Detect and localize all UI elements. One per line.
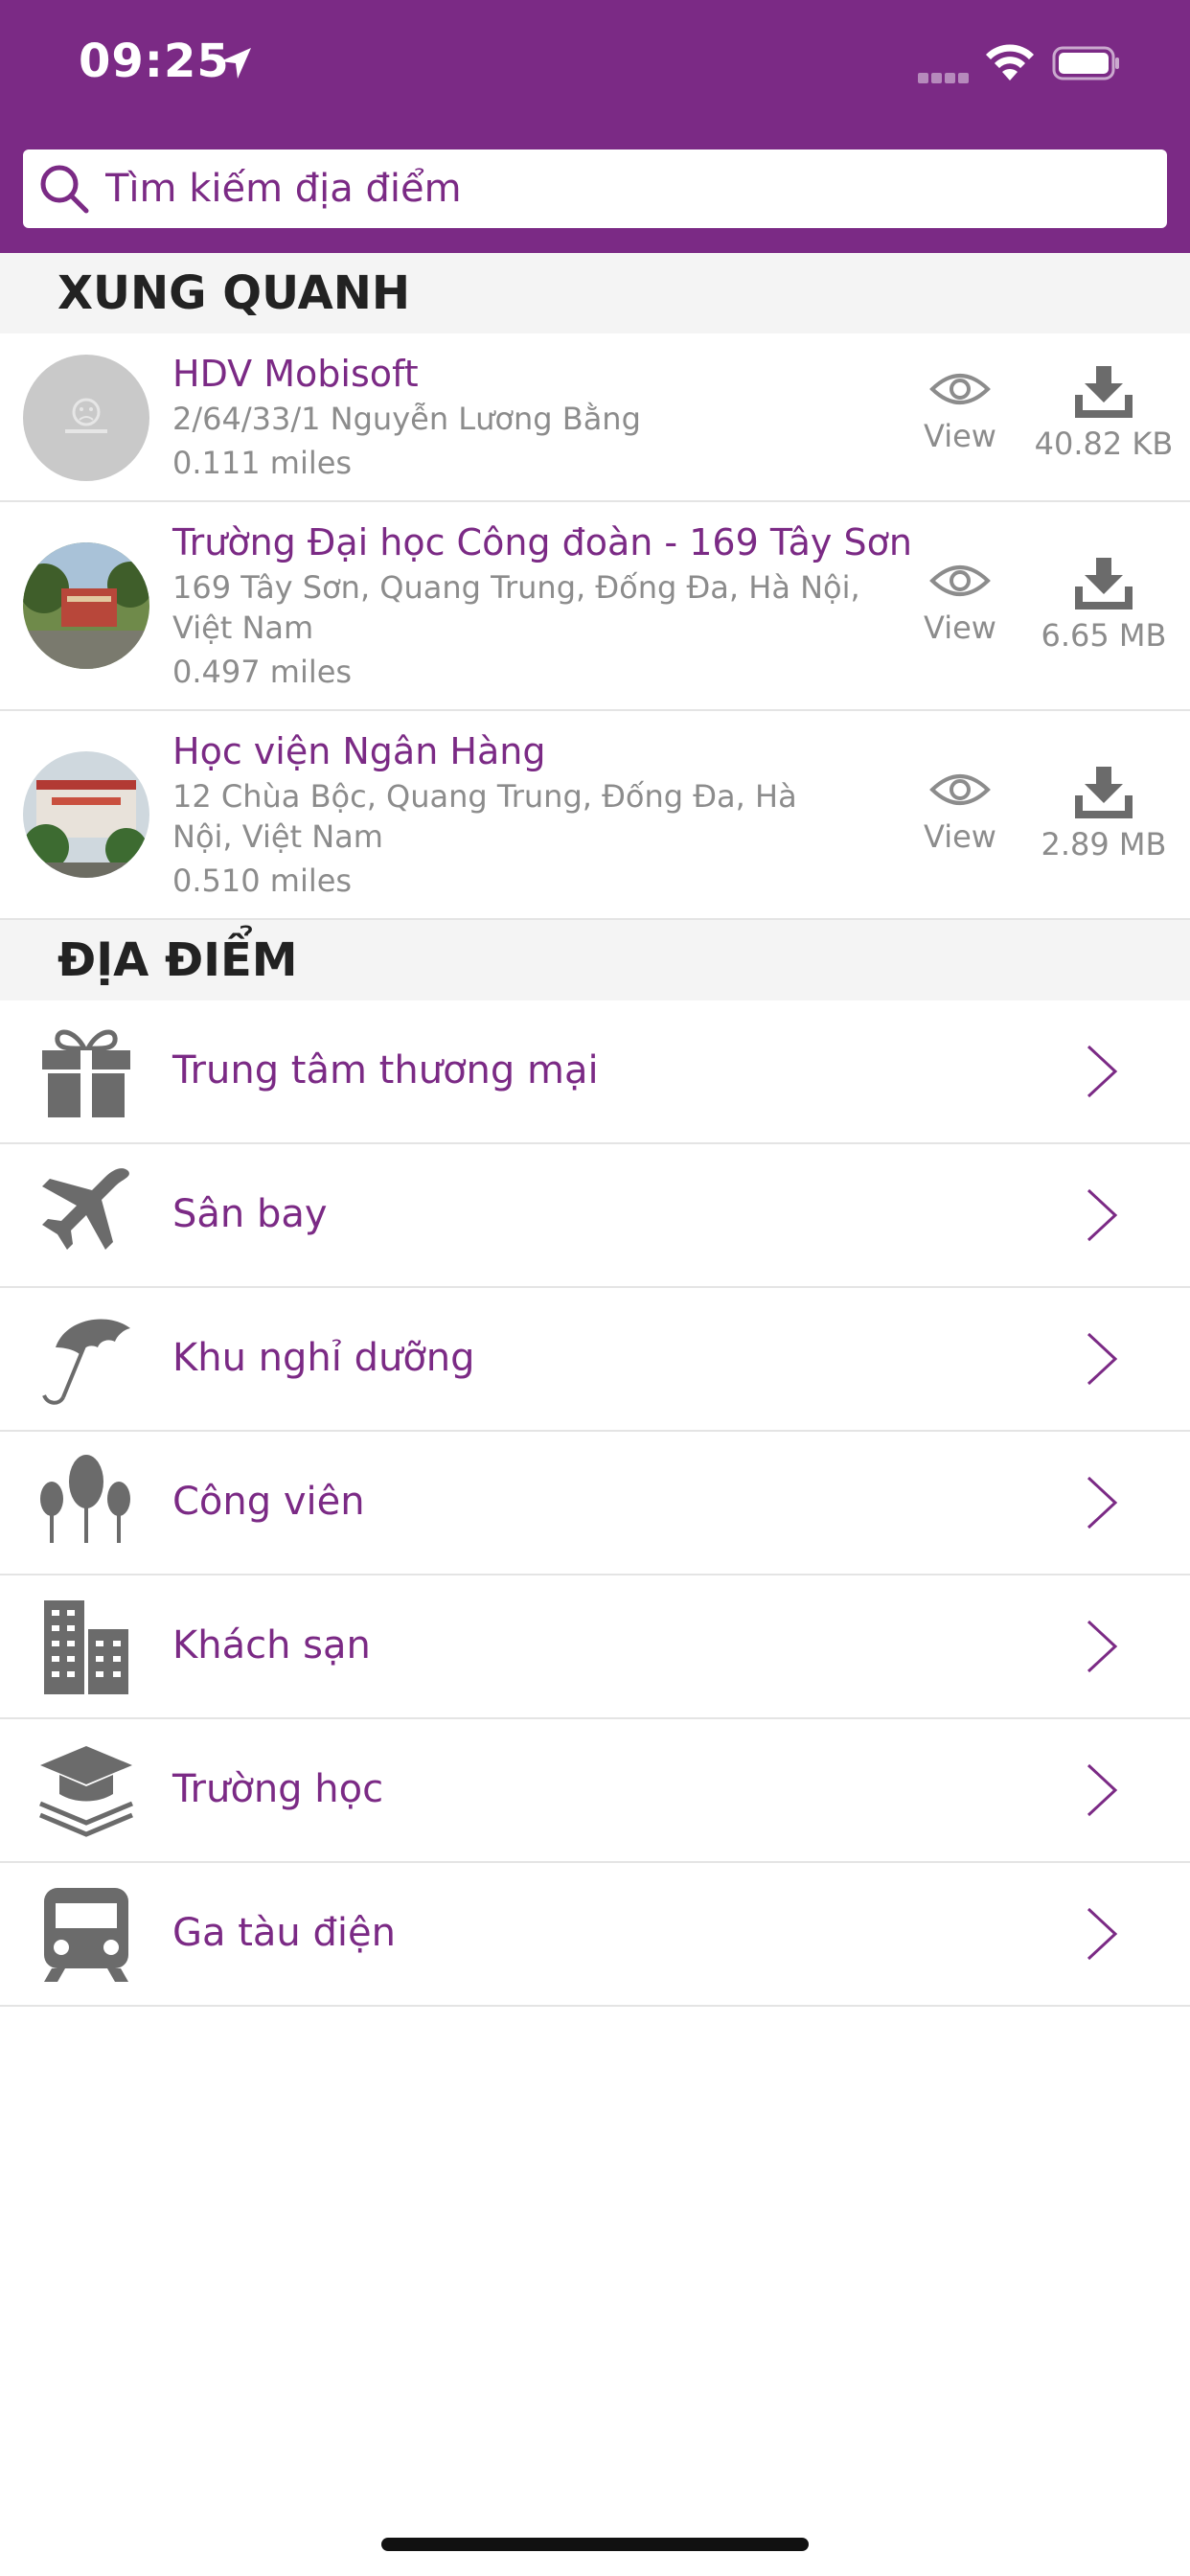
category-item-airport[interactable]: Sân bay [0,1144,1190,1288]
top-bar: 09:25 [0,0,1190,253]
place-address: 12 Chùa Bộc, Quang Trung, Đống Đa, Hà Nộ… [172,778,797,855]
place-address: 2/64/33/1 Nguyễn Lương Bằng [172,401,641,437]
chevron-right-icon [1087,1045,1118,1098]
download-button[interactable]: 6.65 MB [1025,558,1182,654]
chevron-right-icon [1087,1763,1118,1817]
search-bar[interactable] [23,150,1167,228]
location-arrow-icon [220,48,251,79]
chevron-right-icon [1087,1476,1118,1530]
buildings-icon [44,1600,128,1694]
eye-icon [929,374,991,404]
chevron-right-icon [1087,1907,1118,1961]
view-button[interactable]: View [910,368,1010,454]
place-title: Học viện Ngân Hàng [172,730,546,772]
wifi-icon [986,44,1034,80]
view-label: View [924,418,996,454]
search-icon [40,165,89,214]
home-indicator[interactable] [381,2538,809,2551]
place-thumbnail [23,751,149,878]
category-item-park[interactable]: Công viên [0,1432,1190,1576]
download-icon [1075,767,1133,818]
chevron-right-icon [1087,1620,1118,1673]
place-title: HDV Mobisoft [172,353,419,395]
place-photo [23,542,149,669]
category-label: Trung tâm thương mại [172,1048,599,1092]
section-header-places: ĐỊA ĐIỂM [0,920,1190,1000]
place-distance: 0.510 miles [172,862,353,899]
download-button[interactable]: 2.89 MB [1025,767,1182,862]
nearby-item[interactable]: Học viện Ngân Hàng 12 Chùa Bộc, Quang Tr… [0,711,1190,920]
umbrella-icon [42,1319,130,1405]
section-header-nearby: XUNG QUANH [0,253,1190,334]
section-title: XUNG QUANH [57,266,411,320]
cellular-signal-icon [918,69,972,87]
eye-icon [929,774,991,805]
no-image-icon [65,398,107,433]
file-size: 40.82 KB [1034,426,1174,462]
view-label: View [924,818,996,855]
place-thumbnail [23,355,149,481]
category-item-hotel[interactable]: Khách sạn [0,1576,1190,1719]
trees-icon [40,1455,130,1543]
chevron-right-icon [1087,1332,1118,1386]
category-item-resort[interactable]: Khu nghỉ dưỡng [0,1288,1190,1432]
nearby-item[interactable]: Trường Đại học Công đoàn - 169 Tây Sơn 1… [0,502,1190,711]
category-label: Khu nghỉ dưỡng [172,1336,475,1380]
gift-icon [42,1029,130,1117]
search-input[interactable] [105,150,1150,228]
category-label: Trường học [172,1767,384,1811]
category-label: Khách sạn [172,1623,371,1668]
train-icon [44,1888,128,1982]
download-button[interactable]: 40.82 KB [1025,366,1182,462]
airplane-icon [42,1168,129,1250]
nearby-item[interactable]: HDV Mobisoft 2/64/33/1 Nguyễn Lương Bằng… [0,334,1190,502]
category-label: Công viên [172,1480,365,1524]
category-item-mall[interactable]: Trung tâm thương mại [0,1000,1190,1144]
place-distance: 0.497 miles [172,654,353,690]
category-item-train-station[interactable]: Ga tàu điện [0,1863,1190,2007]
download-icon [1075,366,1133,418]
status-time: 09:25 [79,34,230,88]
category-label: Ga tàu điện [172,1911,396,1955]
category-item-school[interactable]: Trường học [0,1719,1190,1863]
file-size: 6.65 MB [1041,617,1167,654]
download-icon [1075,558,1133,610]
place-address: 169 Tây Sơn, Quang Trung, Đống Đa, Hà Nộ… [172,569,860,646]
eye-icon [929,565,991,596]
category-label: Sân bay [172,1192,328,1236]
section-title: ĐỊA ĐIỂM [57,933,298,987]
place-photo [23,751,149,878]
battery-icon [1052,46,1119,80]
place-title: Trường Đại học Công đoàn - 169 Tây Sơn [172,521,912,564]
chevron-right-icon [1087,1188,1118,1242]
graduation-cap-icon [39,1746,133,1837]
file-size: 2.89 MB [1041,826,1167,862]
place-distance: 0.111 miles [172,445,353,481]
view-button[interactable]: View [910,769,1010,855]
place-thumbnail [23,542,149,669]
view-label: View [924,610,996,646]
view-button[interactable]: View [910,560,1010,646]
